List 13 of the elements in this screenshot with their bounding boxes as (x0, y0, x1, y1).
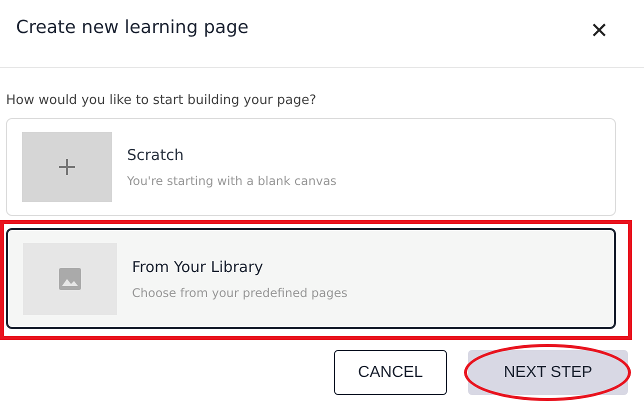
option-description: Choose from your predefined pages (132, 286, 348, 300)
option-card[interactable]: Scratch You're starting with a blank canvas (6, 118, 616, 216)
dialog-title: Create new learning page (16, 17, 249, 38)
dialog-button[interactable]: CANCEL (334, 350, 447, 395)
close-button[interactable]: ✕ (590, 18, 608, 44)
option-card[interactable]: From Your Library Choose from your predefined pages (6, 228, 616, 329)
option-title: Scratch (127, 146, 185, 164)
option-title: From Your Library (132, 258, 264, 276)
option-description: You're starting with a blank canvas (127, 174, 337, 188)
plus-icon (58, 158, 76, 176)
image-icon (58, 266, 82, 290)
question-text: How would you like to start building your page? (5, 92, 318, 108)
dialog-button[interactable]: NEXT STEP (468, 350, 628, 395)
